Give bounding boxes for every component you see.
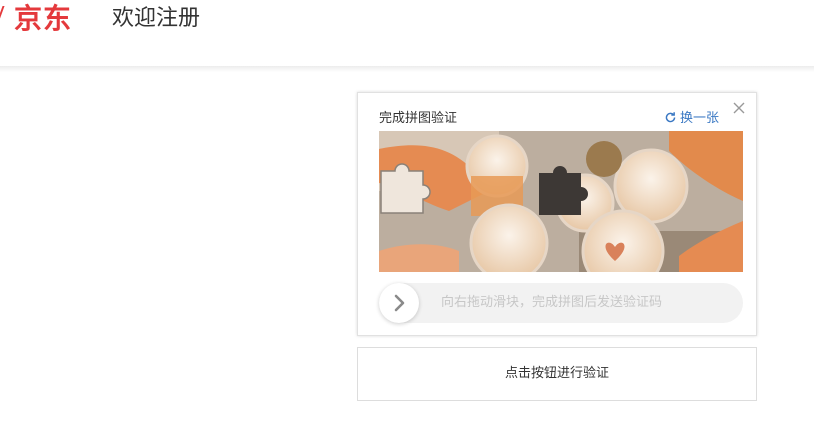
slider-track: 向右拖动滑块，完成拼图后发送验证码 [379,283,743,323]
refresh-icon [665,112,676,123]
refresh-label: 换一张 [680,111,720,126]
chevron-right-icon [394,294,405,312]
logo-mark [0,6,11,20]
verify-button-label: 点击按钮进行验证 [504,366,609,381]
refresh-captcha-button[interactable]: 换一张 [664,107,719,126]
puzzle-background [379,131,743,272]
header: 京东 欢迎注册 [0,0,814,66]
puzzle-image [379,131,743,272]
captcha-dialog: 完成拼图验证 换一张 向右拖动滑块，完成拼图后发送验证码 [357,92,757,336]
jd-logo[interactable]: 京东 [14,2,72,36]
slider-hint: 向右拖动滑块，完成拼图后发送验证码 [441,295,663,310]
header-divider [0,66,814,72]
captcha-title: 完成拼图验证 [379,111,458,126]
page-title: 欢迎注册 [112,6,201,31]
close-icon[interactable] [732,101,746,115]
slider-handle[interactable] [379,283,419,323]
puzzle-piece-icon [380,163,431,214]
verify-button[interactable]: 点击按钮进行验证 [357,347,757,401]
